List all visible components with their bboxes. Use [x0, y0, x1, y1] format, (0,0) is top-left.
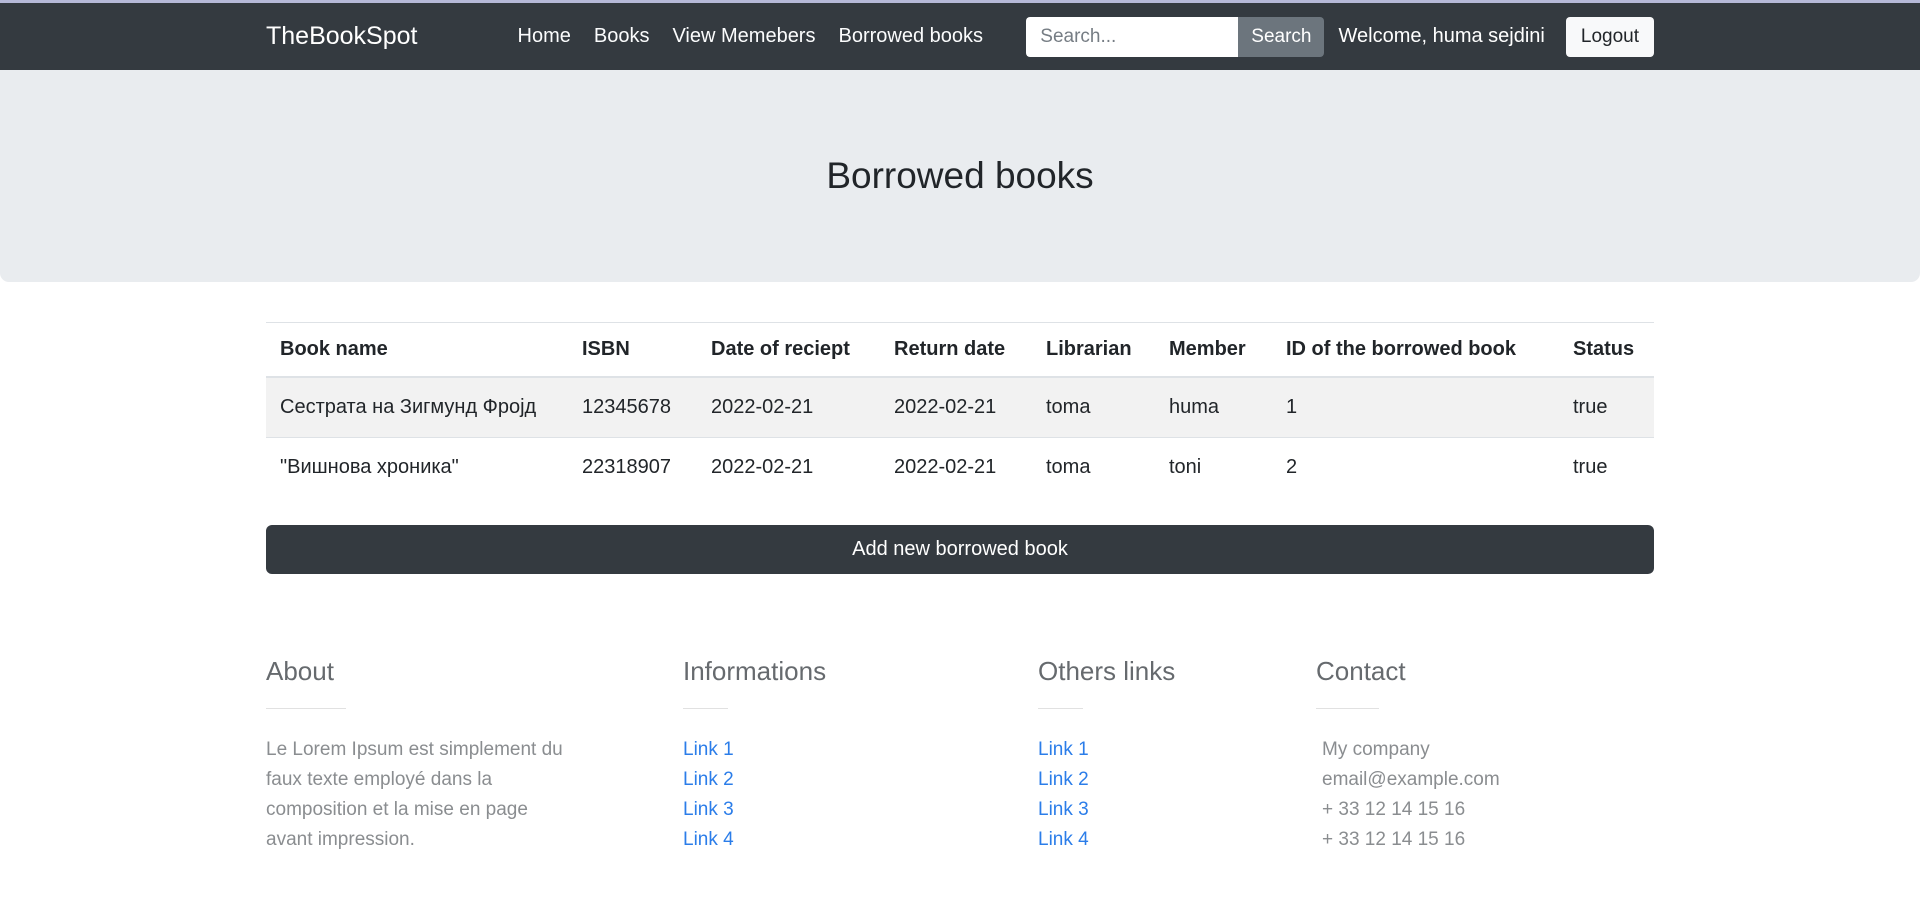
search-button[interactable]: Search [1238, 16, 1325, 57]
cell-librarian: toma [1032, 376, 1155, 438]
footer-contact-title: Contact [1316, 656, 1406, 686]
contact-company: My company [1322, 739, 1430, 760]
cell-member: toni [1155, 437, 1272, 497]
contact-phone-2: + 33 12 14 15 16 [1322, 829, 1466, 850]
main-content: Book name ISBN Date of reciept Return da… [266, 322, 1654, 574]
cell-return-date: 2022-02-21 [880, 437, 1032, 497]
column-header-date-of-receipt: Date of reciept [697, 322, 880, 378]
contact-phone-1: + 33 12 14 15 16 [1322, 799, 1466, 820]
welcome-message: Welcome, huma sejdini [1338, 25, 1545, 47]
navbar-container: TheBookSpot Home Books View Memebers Bor… [266, 3, 1654, 70]
cell-date-of-receipt: 2022-02-21 [697, 376, 880, 438]
navbar: TheBookSpot Home Books View Memebers Bor… [0, 3, 1920, 70]
column-header-status: Status [1559, 322, 1654, 378]
column-header-book-name: Book name [266, 322, 568, 378]
column-header-borrowed-id: ID of the borrowed book [1272, 322, 1559, 378]
divider [1038, 708, 1083, 709]
footer-informations-section: Informations Link 1 Link 2 Link 3 Link 4 [683, 656, 1038, 855]
divider [1316, 708, 1379, 709]
footer-others-link-4[interactable]: Link 4 [1038, 825, 1316, 855]
footer-others-link-1[interactable]: Link 1 [1038, 735, 1316, 765]
page-title: Borrowed books [826, 155, 1094, 196]
footer-about-section: About Le Lorem Ipsum est simplement du f… [266, 656, 683, 855]
footer-informations-link-3[interactable]: Link 3 [683, 795, 1038, 825]
footer-others-link-2[interactable]: Link 2 [1038, 765, 1316, 795]
footer-contact-section: Contact My company email@example.com + 3… [1316, 656, 1654, 855]
cell-return-date: 2022-02-21 [880, 376, 1032, 438]
footer-informations-link-4[interactable]: Link 4 [683, 825, 1038, 855]
divider [683, 708, 728, 709]
footer-others-links-section: Others links Link 1 Link 2 Link 3 Link 4 [1038, 656, 1316, 855]
footer-about-title: About [266, 656, 334, 686]
nav-links: Home Books View Memebers Borrowed books [518, 25, 984, 48]
cell-isbn: 22318907 [568, 437, 697, 497]
table-row: Сестрата на Зигмунд Фројд 12345678 2022-… [266, 376, 1654, 438]
contact-email: email@example.com [1322, 769, 1500, 790]
table-row: "Вишнова хроника" 22318907 2022-02-21 20… [266, 437, 1654, 497]
search-input[interactable] [1026, 16, 1239, 57]
cell-status: true [1559, 376, 1654, 438]
cell-librarian: toma [1032, 437, 1155, 497]
footer-informations-link-1[interactable]: Link 1 [683, 735, 1038, 765]
nav-item-view-members[interactable]: View Memebers [672, 25, 815, 48]
footer-about-text: Le Lorem Ipsum est simplement du faux te… [266, 739, 563, 850]
nav-item-books[interactable]: Books [594, 25, 650, 48]
footer-informations-link-2[interactable]: Link 2 [683, 765, 1038, 795]
search-form: Search [1026, 16, 1325, 57]
nav-item-home[interactable]: Home [518, 25, 571, 48]
footer-others-links-title: Others links [1038, 656, 1176, 686]
brand-logo[interactable]: TheBookSpot [266, 22, 418, 51]
cell-borrowed-id: 2 [1272, 437, 1559, 497]
column-header-isbn: ISBN [568, 322, 697, 378]
column-header-member: Member [1155, 322, 1272, 378]
column-header-librarian: Librarian [1032, 322, 1155, 378]
borrowed-books-table: Book name ISBN Date of reciept Return da… [266, 322, 1654, 497]
footer-informations-title: Informations [683, 656, 827, 686]
footer: About Le Lorem Ipsum est simplement du f… [266, 656, 1654, 855]
footer-others-link-3[interactable]: Link 3 [1038, 795, 1316, 825]
cell-borrowed-id: 1 [1272, 376, 1559, 438]
cell-member: huma [1155, 376, 1272, 438]
column-header-return-date: Return date [880, 322, 1032, 378]
logout-button[interactable]: Logout [1565, 16, 1654, 57]
hero-jumbotron: Borrowed books [0, 70, 1920, 282]
cell-status: true [1559, 437, 1654, 497]
cell-book-name: Сестрата на Зигмунд Фројд [266, 376, 568, 438]
table-header-row: Book name ISBN Date of reciept Return da… [266, 322, 1654, 378]
cell-date-of-receipt: 2022-02-21 [697, 437, 880, 497]
nav-item-borrowed-books[interactable]: Borrowed books [838, 25, 983, 48]
cell-book-name: "Вишнова хроника" [266, 437, 568, 497]
add-new-borrowed-book-button[interactable]: Add new borrowed book [266, 525, 1654, 574]
cell-isbn: 12345678 [568, 376, 697, 438]
divider [266, 708, 346, 709]
